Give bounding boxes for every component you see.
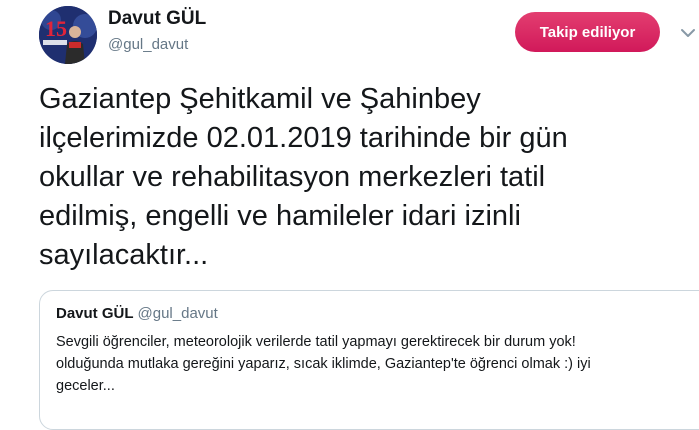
author-name[interactable]: Davut GÜL: [108, 8, 206, 30]
following-button-label: Takip ediliyor: [539, 23, 636, 41]
tweet-text: Gaziantep Şehitkamil ve Şahinbey ilçeler…: [39, 80, 679, 275]
avatar[interactable]: 15: [39, 6, 97, 64]
quoted-text-line: olduğunda mutlaka gereğini yaparız, sıca…: [56, 356, 591, 372]
quoted-text-line: geceler...: [56, 378, 115, 394]
tweet-text-line: sayılacaktır...: [39, 239, 209, 271]
chevron-down-icon[interactable]: [680, 26, 696, 38]
quoted-tweet-text: Sevgili öğrenciler, meteorolojik veriler…: [56, 331, 696, 397]
tweet-text-line: edilmiş, engelli ve hamileler idari izin…: [39, 200, 521, 232]
tweet-text-line: okullar ve rehabilitasyon merkezleri tat…: [39, 161, 546, 193]
tweet-card: 15 Davut GÜL @gul_davut Takip ediliyor G…: [0, 0, 699, 430]
tweet-text-line: Gaziantep Şehitkamil ve Şahinbey: [39, 83, 481, 115]
quoted-author-handle: @gul_davut: [137, 305, 218, 322]
tweet-text-line: ilçelerimizde 02.01.2019 tarihinde bir g…: [39, 122, 568, 154]
avatar-image: 15: [39, 6, 97, 64]
following-button[interactable]: Takip ediliyor: [515, 12, 660, 52]
quoted-author-name: Davut GÜL: [56, 305, 134, 322]
quoted-text-line: Sevgili öğrenciler, meteorolojik veriler…: [56, 334, 576, 350]
quoted-tweet-header: Davut GÜL @gul_davut: [56, 305, 218, 322]
author-handle[interactable]: @gul_davut: [108, 36, 188, 53]
quoted-tweet[interactable]: Davut GÜL @gul_davut Sevgili öğrenciler, …: [39, 290, 699, 430]
svg-text:15: 15: [45, 16, 67, 41]
